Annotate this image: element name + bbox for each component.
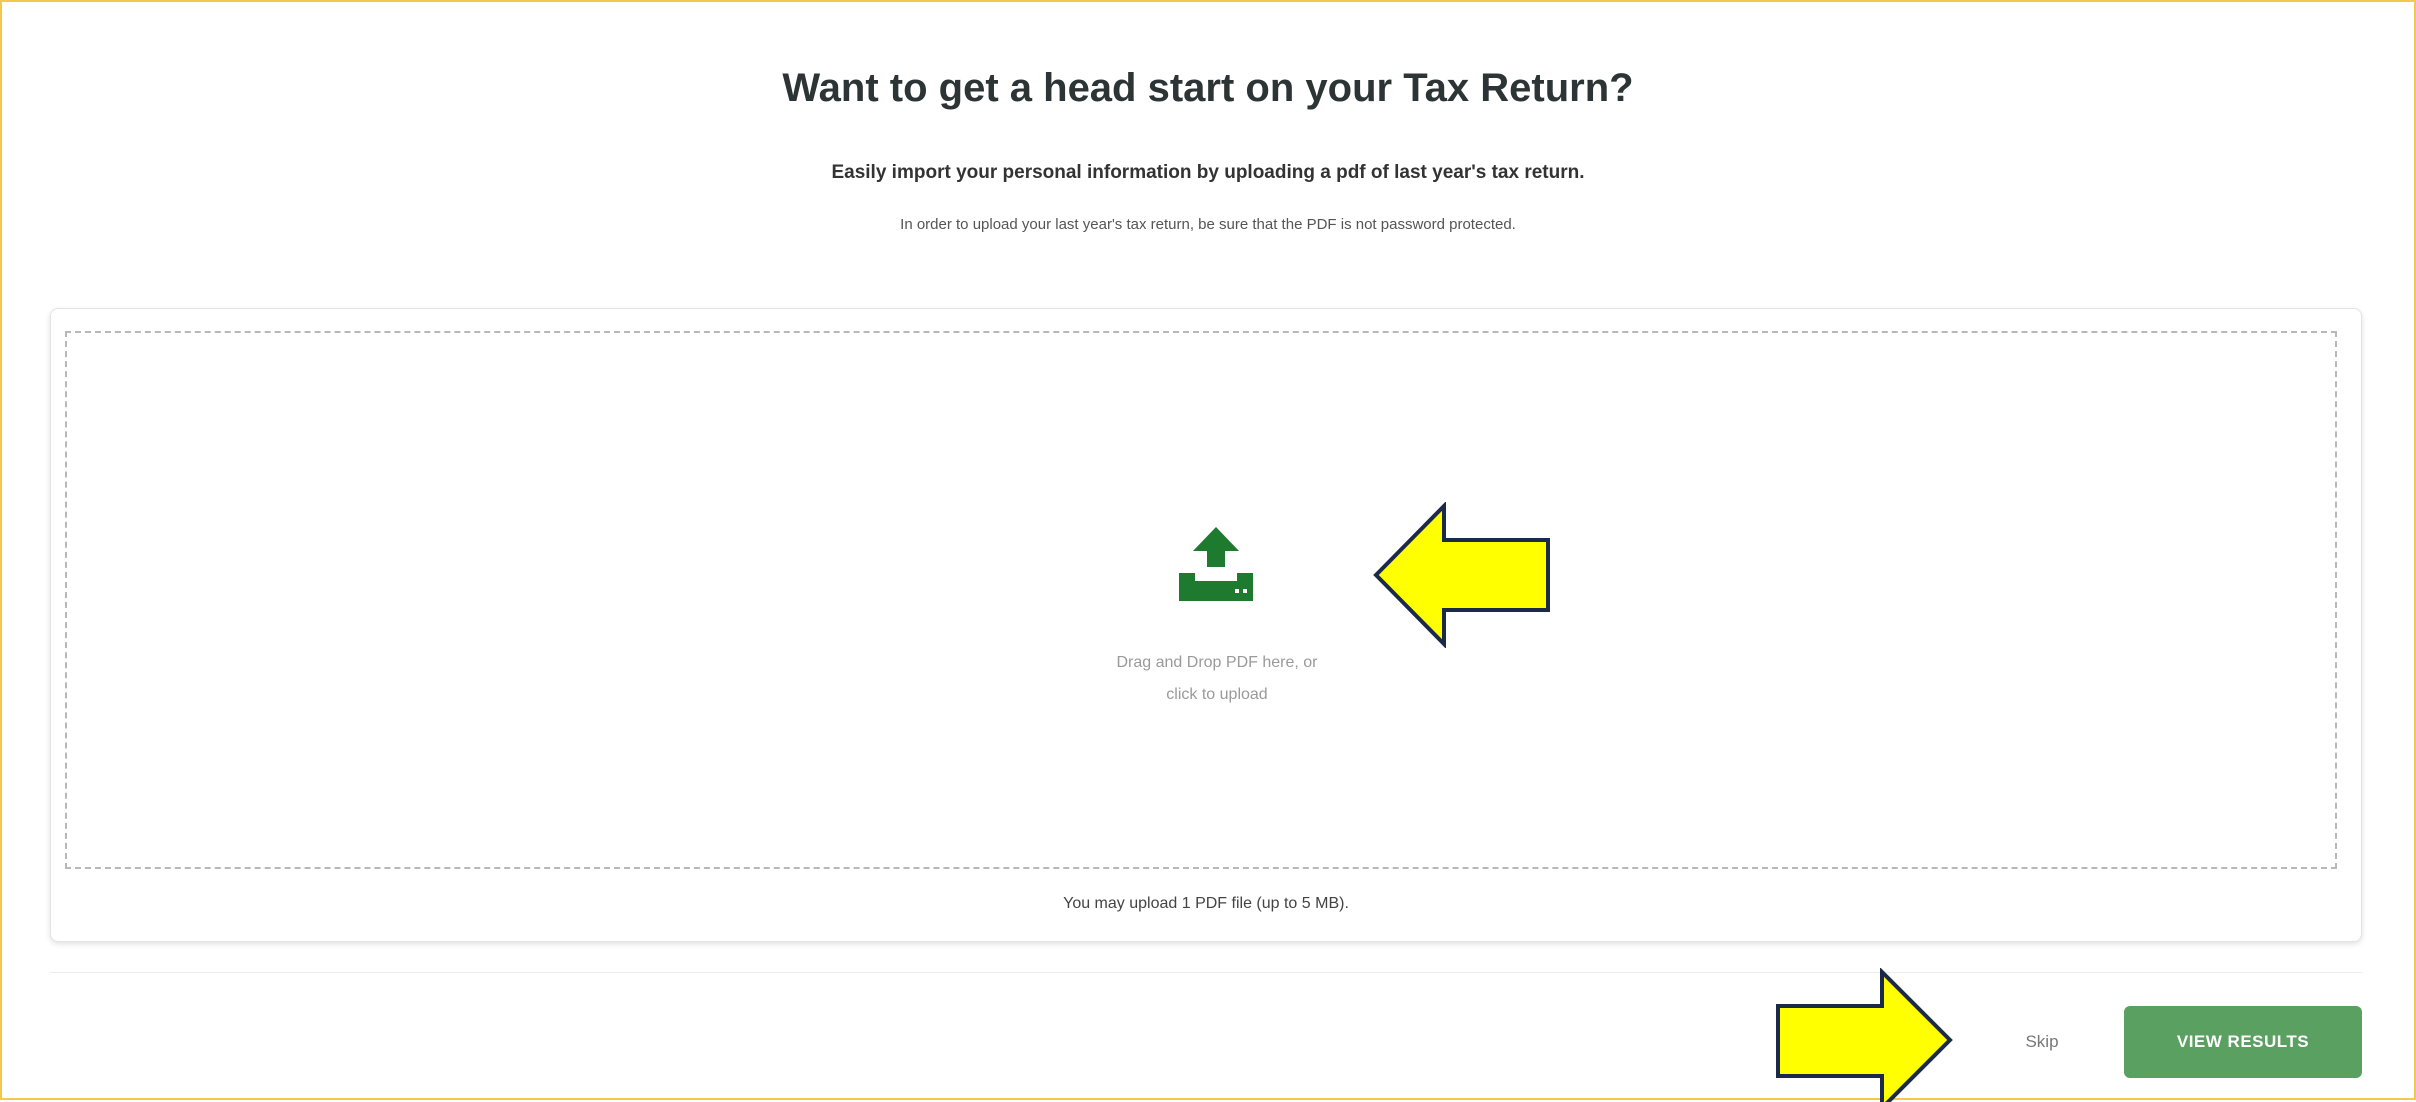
annotation-arrow-right-icon [1776,968,1953,1102]
upload-icon [1179,527,1253,601]
dropzone-prompt-line2: click to upload [1166,686,1268,703]
upload-limit-note: You may upload 1 PDF file (up to 5 MB). [1063,895,1349,912]
view-results-button[interactable]: VIEW RESULTS [2124,1006,2362,1078]
skip-link[interactable]: Skip [2012,1024,2072,1060]
dropzone-prompt: Drag and Drop PDF here, or click to uplo… [1067,647,1367,711]
annotation-arrow-left-icon [1373,502,1550,648]
pdf-dropzone[interactable]: Drag and Drop PDF here, or click to uplo… [65,331,2337,869]
password-note: In order to upload your last year's tax … [900,216,1516,233]
divider [50,972,2362,973]
dropzone-prompt-line1: Drag and Drop PDF here, or [1116,654,1318,671]
page-title: Want to get a head start on your Tax Ret… [782,66,1634,110]
upload-card: Drag and Drop PDF here, or click to uplo… [50,308,2362,942]
page-subtitle: Easily import your personal information … [831,162,1585,183]
